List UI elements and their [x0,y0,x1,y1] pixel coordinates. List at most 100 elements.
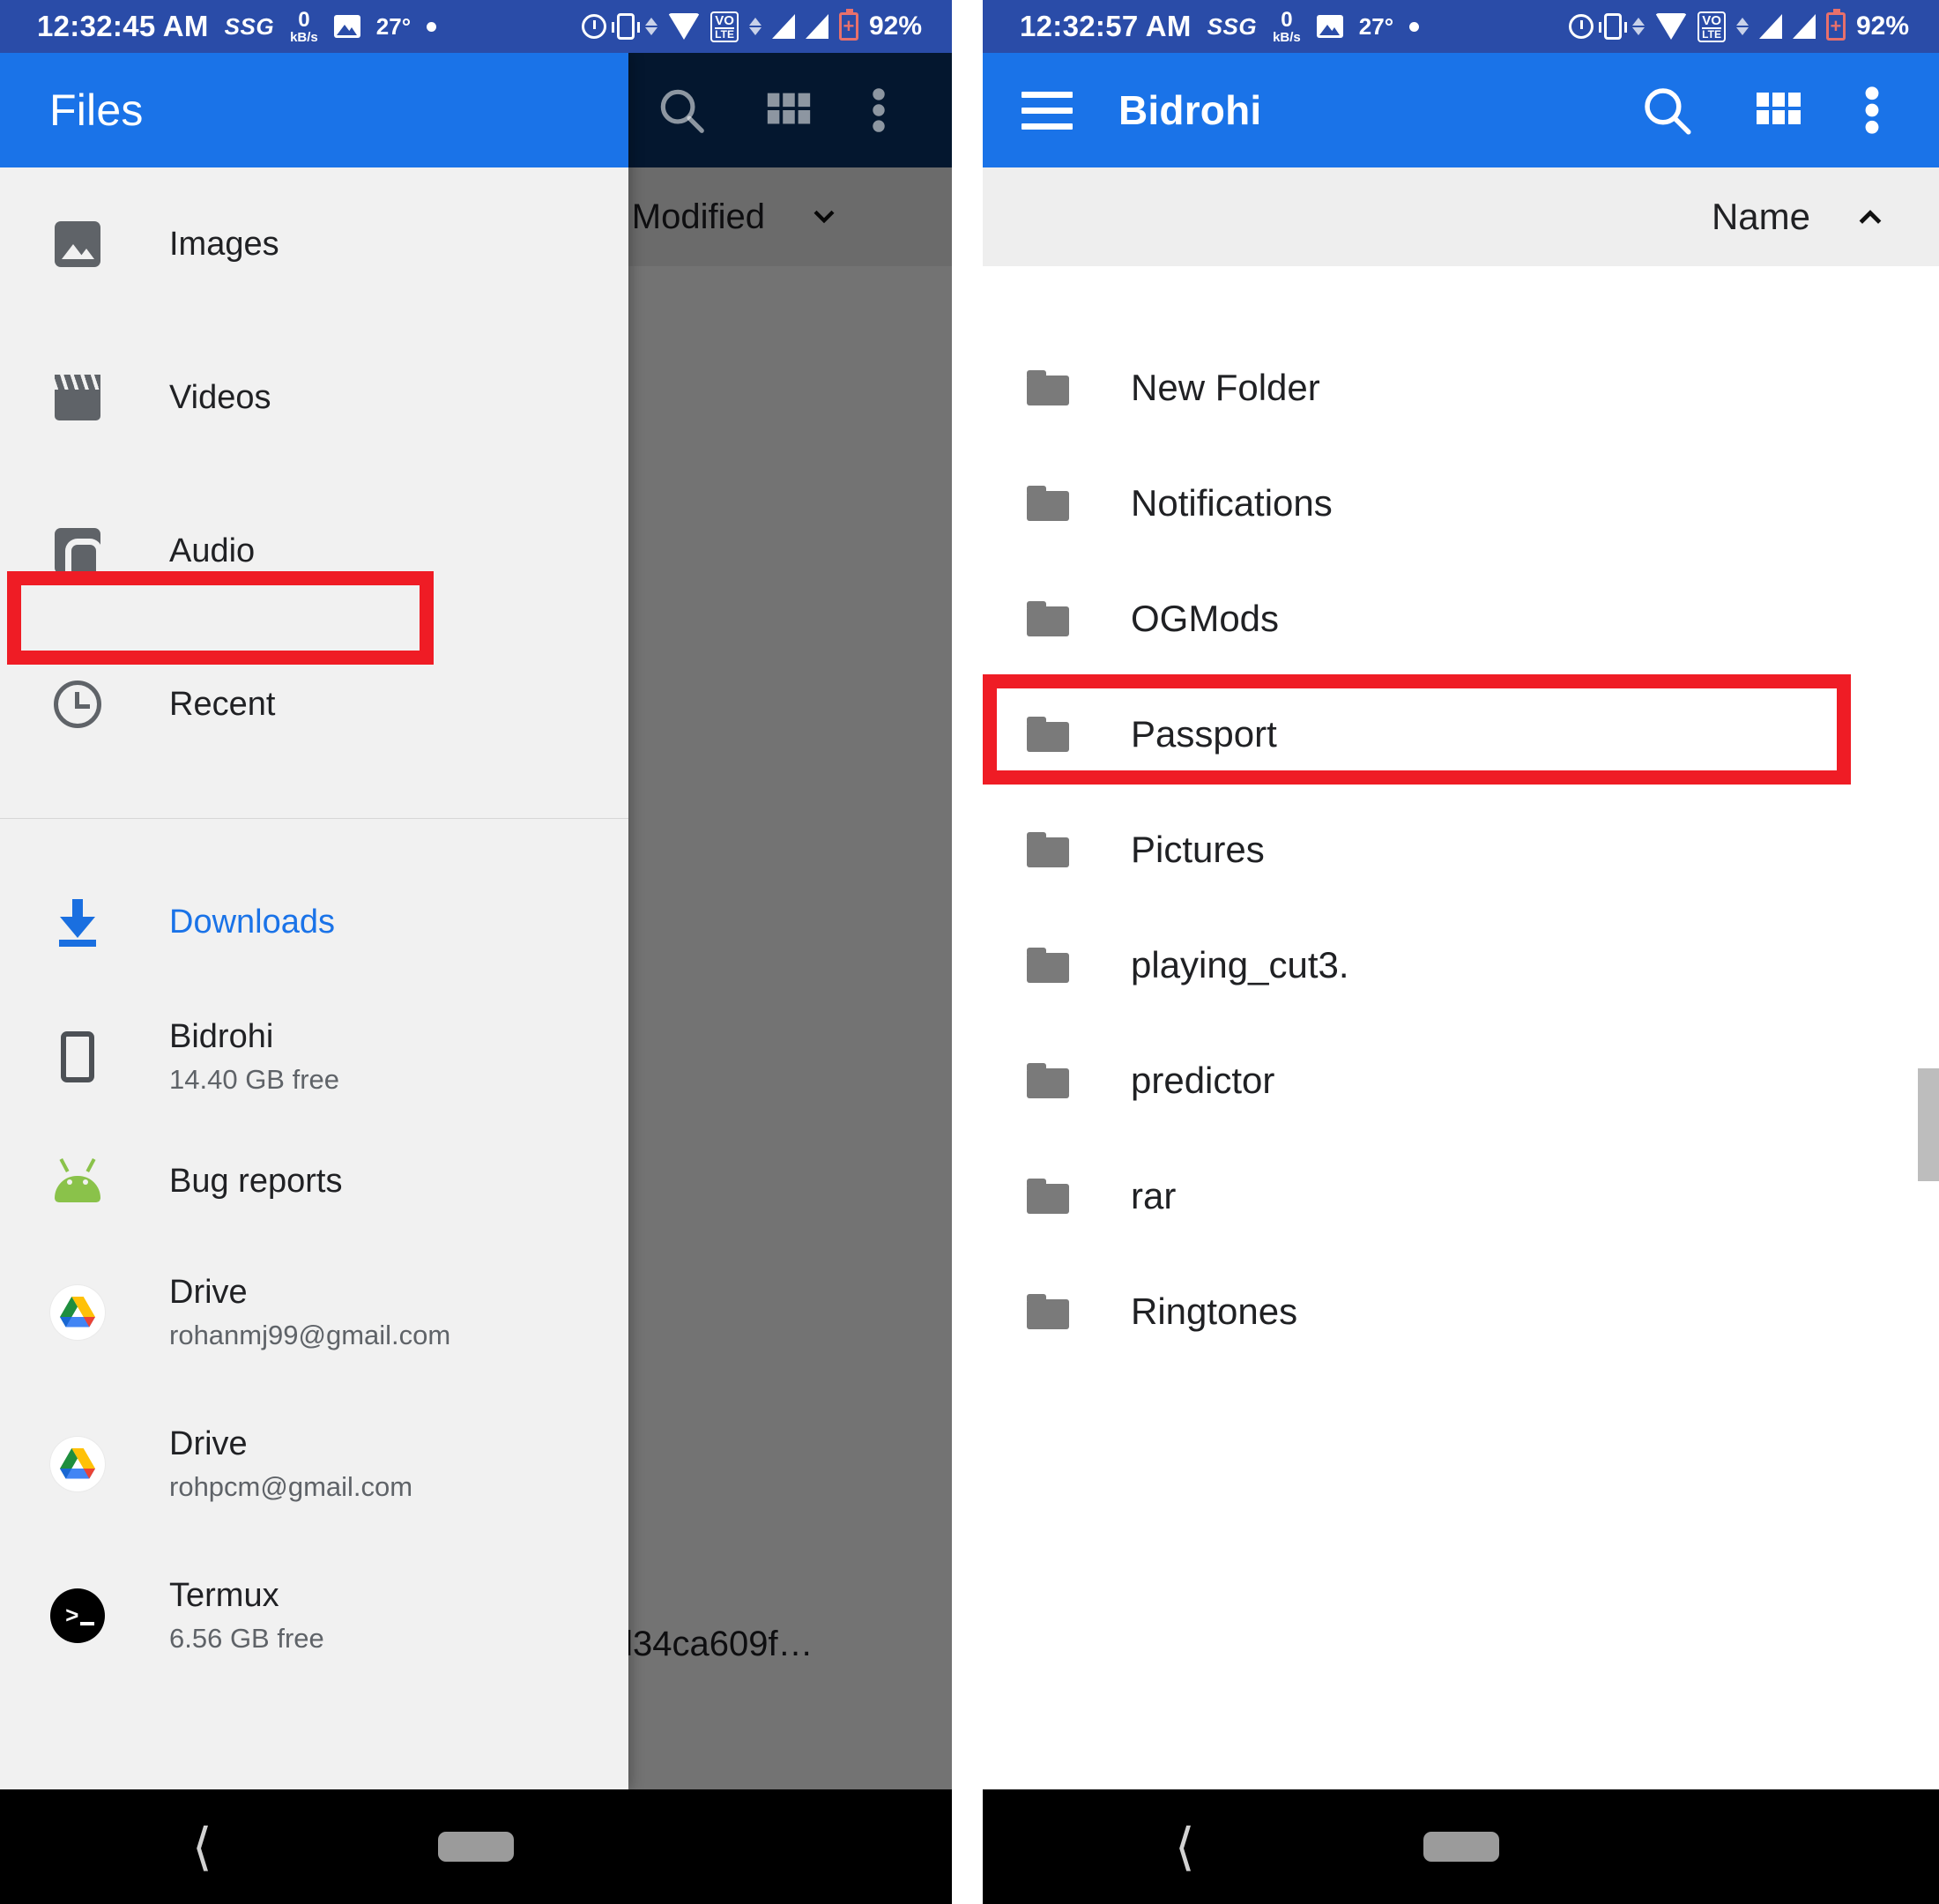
right-app-bar: Bidrohi [983,53,1939,167]
folder-name: Ringtones [1131,1290,1298,1332]
folder-icon [1027,485,1069,521]
volte-icon: VO LTE [710,11,739,42]
folder-row-playing-cut3[interactable]: playing_cut3. [983,907,1939,1023]
phone-icon [49,1031,106,1082]
folder-row-rar[interactable]: rar [983,1138,1939,1253]
sidebar-item-sublabel: rohanmj99@gmail.com [169,1320,451,1350]
sidebar-item-label: Drive [169,1425,248,1462]
folder-list: New Folder Notifications OGMods Passport… [983,266,1939,1842]
sidebar-item-label: Drive [169,1274,248,1311]
home-pill-icon[interactable] [1423,1832,1499,1862]
sidebar-item-downloads[interactable]: Downloads [0,868,628,976]
folder-icon [1027,600,1069,636]
sidebar-item-label: Bug reports [169,1162,343,1200]
more-vert-icon[interactable] [1861,81,1883,139]
folder-name: Pictures [1131,828,1265,870]
more-vert-icon[interactable] [869,83,888,138]
folder-icon [1027,947,1069,983]
list-scrollbar[interactable] [1918,266,1939,1842]
battery-percent-label: 92% [1855,11,1909,41]
folder-name: OGMods [1131,597,1280,639]
back-chevron-icon[interactable]: ⟨ [192,1821,212,1872]
folder-row-notifications[interactable]: Notifications [983,445,1939,561]
right-nav-bar: ⟨ [983,1789,1939,1904]
google-drive-icon [49,1285,106,1340]
page-title: Bidrohi [1118,87,1262,133]
folder-icon [1027,369,1069,405]
sidebar-item-termux[interactable]: > Termux 6.56 GB free [0,1545,628,1686]
sidebar-item-drive-1[interactable]: Drive rohanmj99@gmail.com [0,1242,628,1383]
sidebar-item-audio[interactable]: Audio [0,497,628,605]
left-phone-screen: 12:32:45 AM SSG 0 kB/s 27° VO LTE + 92% … [0,0,952,1904]
right-status-bar: 12:32:57 AM SSG 0 kB/s 27° VO LTE + 92% [983,0,1939,53]
status-clock: 12:32:57 AM [1020,10,1192,42]
audio-icon [49,528,106,574]
download-icon [49,897,106,947]
left-status-bar: 12:32:45 AM SSG 0 kB/s 27° VO LTE + 92% [0,0,952,53]
screenshot-pair: 12:32:45 AM SSG 0 kB/s 27° VO LTE + 92% … [0,0,1939,1904]
status-bar-left-group: 12:32:45 AM SSG 0 kB/s 27° [0,7,437,45]
search-icon[interactable] [1638,81,1696,139]
folder-name: Passport [1131,712,1277,755]
hamburger-menu-icon[interactable] [1022,91,1073,130]
battery-charging-icon: + [1825,9,1846,41]
folder-icon [1027,716,1069,752]
grid-view-icon[interactable] [1752,84,1805,137]
sidebar-item-label: Audio [169,532,256,569]
sidebar-item-recent[interactable]: Recent [0,651,628,758]
folder-name: Notifications [1131,481,1333,524]
folder-row-new-folder[interactable]: New Folder [983,330,1939,445]
folder-name: New Folder [1131,366,1320,408]
android-icon [49,1157,106,1202]
status-clock: 12:32:45 AM [37,10,209,42]
sidebar-item-drive-2[interactable]: Drive rohpcm@gmail.com [0,1394,628,1535]
app-bar-actions [1638,81,1883,139]
sidebar-item-bug-reports[interactable]: Bug reports [0,1127,628,1235]
folder-name: playing_cut3. [1131,943,1349,985]
folder-row-passport[interactable]: Passport [983,676,1939,792]
data-transfer-icon [1632,18,1646,35]
alarm-icon [582,14,607,39]
carrier-label: SSG [1207,12,1258,40]
battery-charging-icon: + [838,9,858,41]
left-app-bar-actions [628,53,952,167]
sidebar-item-images[interactable]: Images [0,190,628,298]
sidebar-item-bidrohi[interactable]: Bidrohi 14.40 GB free [0,986,628,1127]
folder-row-ogmods[interactable]: OGMods [983,561,1939,676]
sidebar-item-sublabel: 6.56 GB free [169,1623,324,1654]
wifi-icon [668,13,701,40]
home-pill-icon[interactable] [438,1832,514,1862]
right-phone-screen: 12:32:57 AM SSG 0 kB/s 27° VO LTE + 92% … [983,0,1939,1904]
right-sort-bar[interactable]: Name [983,167,1939,266]
folder-icon [1027,831,1069,867]
volte-icon: VO LTE [1698,11,1726,42]
drawer-header: Files [0,53,628,167]
sidebar-item-label: Videos [169,378,271,416]
folder-row-pictures[interactable]: Pictures [983,792,1939,907]
scrollbar-thumb[interactable] [1918,1068,1939,1181]
sidebar-item-label: Termux [169,1577,279,1614]
folder-icon [1027,1293,1069,1329]
navigation-drawer: Files Images Videos Audio Recent Downloa… [0,53,628,1789]
back-chevron-icon[interactable]: ⟨ [1175,1821,1195,1872]
chevron-up-icon[interactable] [1846,201,1895,233]
grid-view-icon[interactable] [763,85,814,136]
sidebar-item-videos[interactable]: Videos [0,344,628,451]
folder-row-ringtones[interactable]: Ringtones [983,1253,1939,1369]
temperature-label: 27° [375,12,412,40]
data-transfer-icon-2 [748,18,761,35]
carrier-label: SSG [224,12,275,40]
signal-icon-1 [1758,14,1782,39]
drawer-scrim[interactable] [628,53,952,1789]
data-transfer-icon [645,18,658,35]
search-icon[interactable] [654,83,709,138]
termux-icon: > [49,1588,106,1643]
network-speed-value: 0 [298,7,310,32]
vibrate-icon [612,13,641,40]
network-speed-unit: kB/s [290,29,318,45]
folder-row-predictor[interactable]: predictor [983,1023,1939,1138]
image-icon [333,15,360,38]
vibrate-icon [1599,13,1628,40]
sidebar-item-sublabel: rohpcm@gmail.com [169,1471,413,1502]
google-drive-icon [49,1437,106,1491]
